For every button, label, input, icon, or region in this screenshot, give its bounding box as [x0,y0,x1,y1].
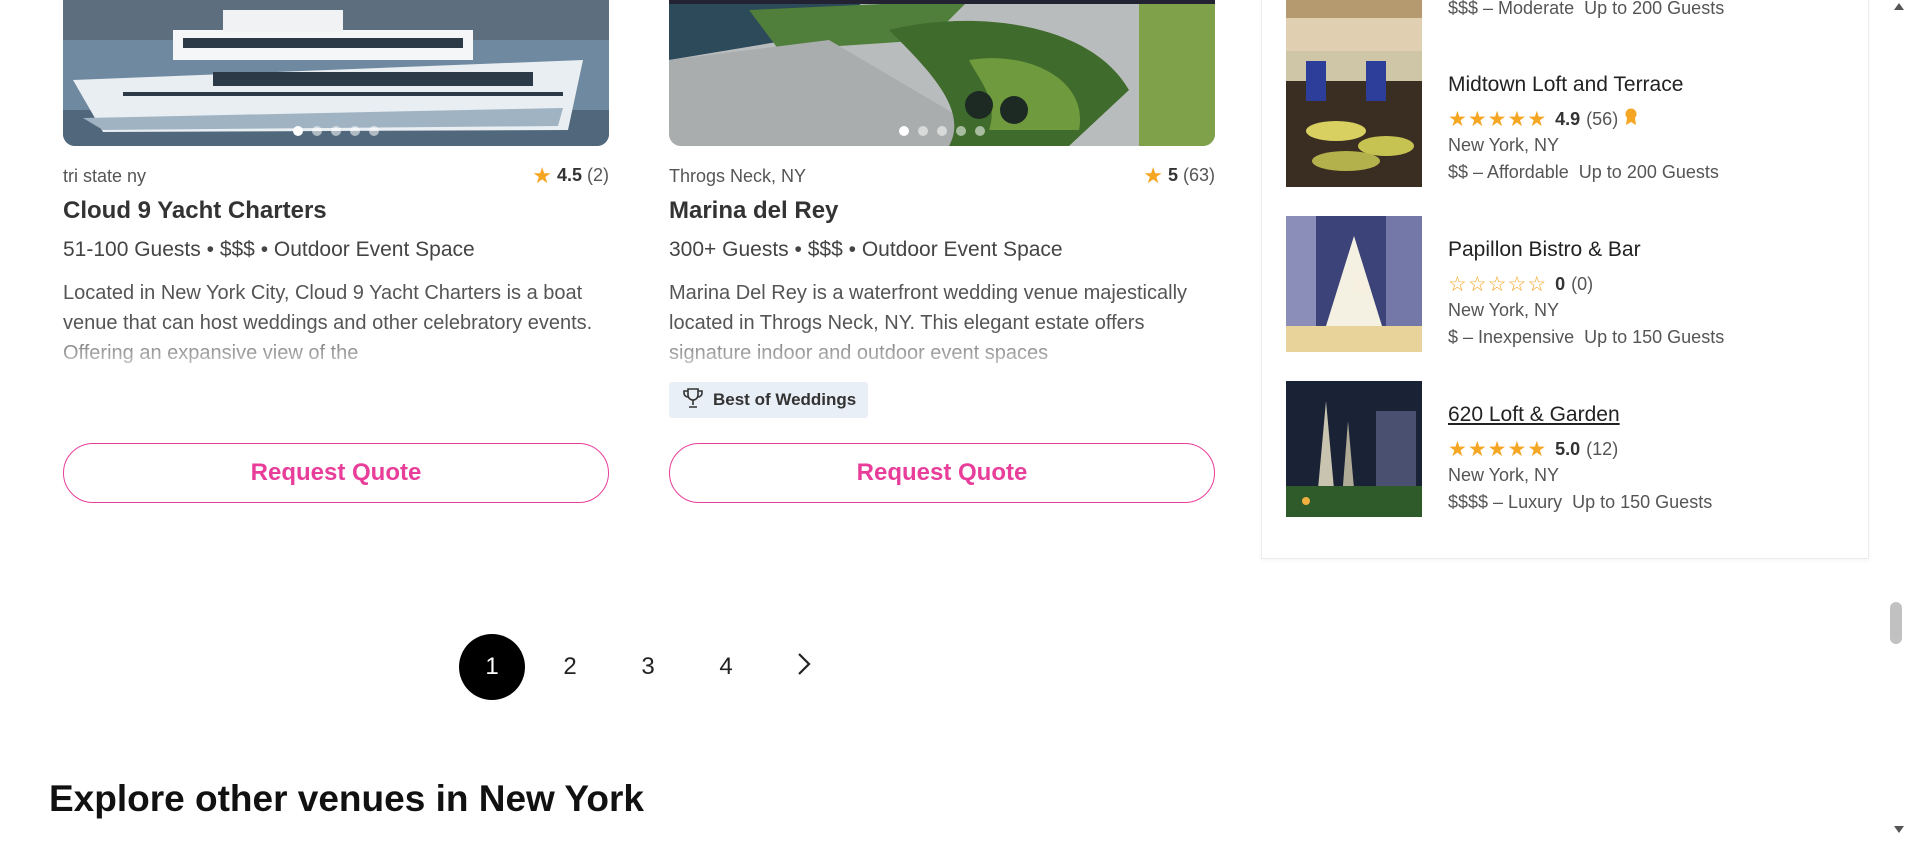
star-icon: ★ [1487,438,1507,461]
venue-thumbnail[interactable] [1286,0,1422,54]
award-ribbon-icon [1624,108,1638,131]
star-outline-icon: ☆ [1527,273,1547,296]
pagination: 1 2 3 4 [459,634,849,700]
star-outline-icon: ☆ [1487,273,1507,296]
venue-price-range: $$$$ – Luxury Up to 150 Guests [1448,492,1713,512]
review-count: (2) [587,165,609,185]
meta-separator: • [206,238,214,261]
venue-price: $$$ [807,238,843,261]
star-icon: ★ [1448,108,1467,131]
venue-thumbnail[interactable] [1286,381,1422,517]
venue-rating: ☆ ☆ ☆ ☆ ☆ 0 (0) [1448,272,1593,297]
venue-name[interactable]: Papillon Bistro & Bar [1448,238,1641,262]
star-icon: ★ [1507,108,1527,131]
chevron-right-icon [793,651,815,684]
meta-separator: • [260,238,269,261]
star-icon: ★ [1527,438,1547,461]
venue-rating: ★ 4.5 (2) [532,162,609,188]
meta-separator: • [794,238,802,261]
venue-name[interactable]: 620 Loft & Garden [1448,403,1620,427]
rating-value: 5 [1167,165,1178,185]
sidebar-venue-item[interactable]: 620 Loft & Garden ★ ★ ★ ★ ★ 5.0 (12) New Yor… [1286,381,1846,517]
venue-type: Outdoor Event Space [273,238,475,261]
star-icon: ★ [1467,438,1487,461]
scrollbar-thumb[interactable] [1890,602,1902,644]
star-icon: ★ [532,162,552,188]
venue-type: Outdoor Event Space [861,238,1063,261]
rating-value: 5.0 [1555,439,1581,459]
venue-description: Marina Del Rey is a waterfront wedding v… [669,282,1188,364]
venue-city: New York, NY [1448,465,1560,485]
venue-city: New York, NY [1448,300,1560,320]
review-count: (12) [1586,439,1619,459]
star-icon: ★ [1448,438,1467,461]
review-count: (63) [1182,165,1215,185]
rating-value: 4.9 [1555,109,1581,129]
venue-capacity: 51-100 Guests [63,238,201,261]
venue-photo-yacht[interactable] [63,0,609,146]
scrollbar-track[interactable] [1890,0,1908,836]
venue-photo-estate[interactable] [669,0,1215,146]
section-heading: Explore other venues in New York [49,778,644,819]
page-4-button[interactable]: 4 [693,634,759,700]
star-icon: ★ [1467,108,1487,131]
venue-rating: ★ ★ ★ ★ ★ 5.0 (12) [1448,437,1618,462]
star-outline-icon: ☆ [1507,273,1527,296]
star-outline-icon: ☆ [1467,273,1487,296]
venue-description: Located in New York City, Cloud 9 Yacht … [63,282,593,364]
sidebar-venue-item[interactable]: Papillon Bistro & Bar ☆ ☆ ☆ ☆ ☆ 0 (0) New Yo… [1286,216,1846,352]
review-count: (0) [1571,274,1594,294]
request-quote-button[interactable]: Request Quote [669,443,1215,503]
sidebar-venue-item[interactable]: Midtown Loft and Terrace ★ ★ ★ ★ ★ 4.9 (56) … [1286,51,1846,187]
venue-rating: ★ 5 (63) [1143,162,1215,188]
request-quote-button[interactable]: Request Quote [63,443,609,503]
star-icon: ★ [1507,438,1527,461]
page-1-button[interactable]: 1 [459,634,525,700]
venue-thumbnail[interactable] [1286,216,1422,352]
review-count: (56) [1586,109,1619,129]
star-icon: ★ [1143,162,1163,188]
trophy-icon [681,386,705,415]
venue-location: Throgs Neck, NY [669,166,807,186]
venue-name[interactable]: Marina del Rey [669,197,838,225]
venue-capacity: 300+ Guests [669,238,789,261]
venue-price: $$$ [219,238,255,261]
venue-thumbnail[interactable] [1286,51,1422,187]
best-of-weddings-badge: Best of Weddings [669,382,869,418]
star-icon: ★ [1527,108,1547,131]
venue-price-range: $ – Inexpensive Up to 150 Guests [1448,327,1725,347]
venue-price-range: $$ – Affordable Up to 200 Guests [1448,162,1719,182]
venue-price-range: $$$ – Moderate Up to 200 Guests [1448,0,1725,18]
rating-value: 4.5 [556,165,582,185]
meta-separator: • [848,238,856,261]
next-page-button[interactable] [771,634,837,700]
venue-name[interactable]: Cloud 9 Yacht Charters [63,197,327,225]
page-2-button[interactable]: 2 [537,634,603,700]
venue-name[interactable]: Midtown Loft and Terrace [1448,73,1683,97]
page-3-button[interactable]: 3 [615,634,681,700]
badge-label: Best of Weddings [713,390,857,409]
sidebar-venue-item[interactable]: $$$ – Moderate Up to 200 Guests [1286,0,1846,54]
venue-rating: ★ ★ ★ ★ ★ 4.9 (56) [1448,107,1638,132]
star-icon: ★ [1487,108,1507,131]
star-outline-icon: ☆ [1448,273,1467,296]
venue-meta: 51-100 Guests • $$$ • Outdoor Event Spac… [63,238,475,262]
venue-city: New York, NY [1448,135,1560,155]
venue-meta: 300+ Guests • $$$ • Outdoor Event Space [669,238,1063,262]
venue-location: tri state ny [63,166,147,186]
rating-value: 0 [1555,274,1566,294]
similar-venues-sidebar: $$$ – Moderate Up to 200 Guests Midtown … [1261,0,1869,559]
